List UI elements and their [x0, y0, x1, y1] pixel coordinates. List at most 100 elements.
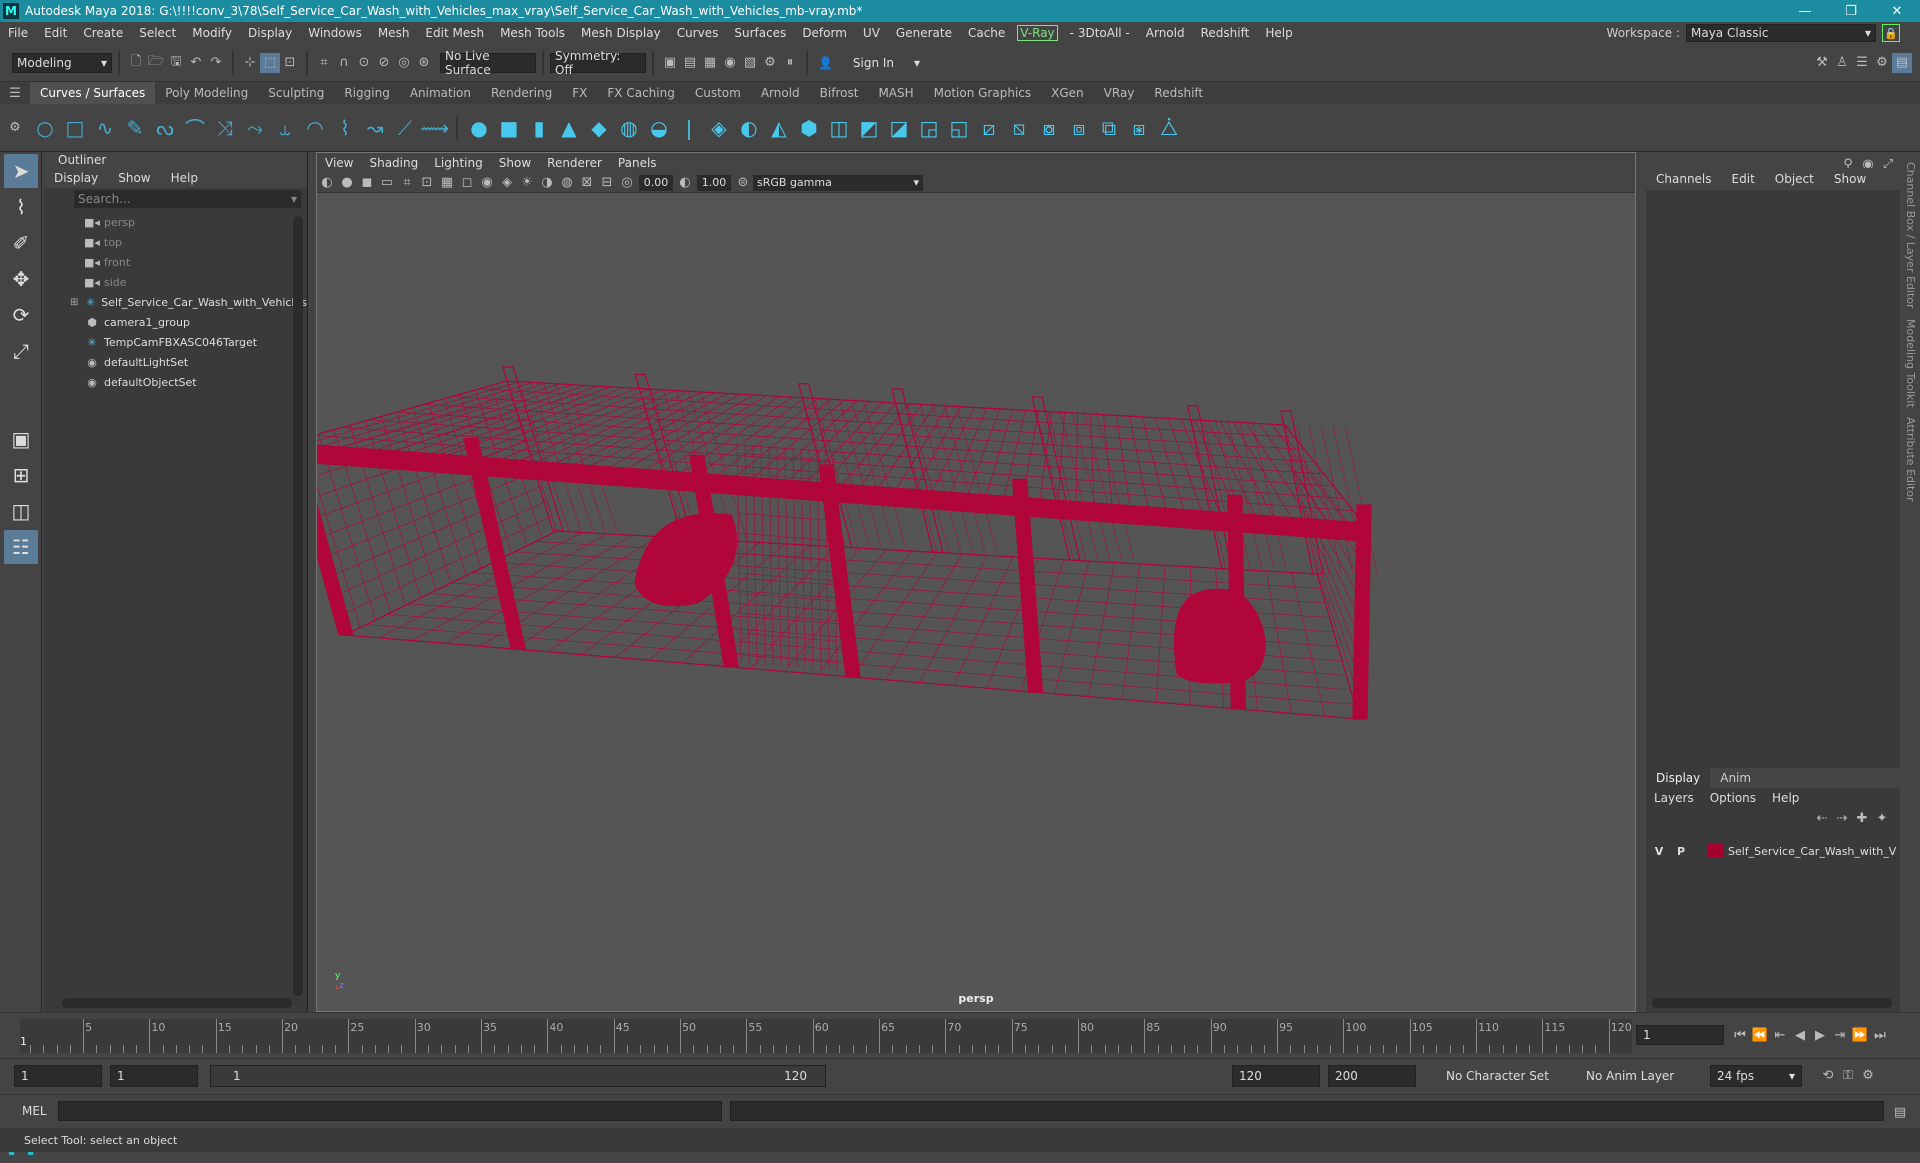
- snap-live-icon[interactable]: ⊛: [414, 53, 434, 73]
- shelf-tab-poly-modeling[interactable]: Poly Modeling: [155, 82, 258, 104]
- layer-menu-options[interactable]: Options: [1702, 791, 1764, 805]
- outliner-item[interactable]: ⬢camera1_group: [44, 312, 307, 332]
- cv-curve-icon[interactable]: ∿: [90, 113, 120, 143]
- menu-surfaces[interactable]: Surfaces: [726, 26, 794, 40]
- isolate-icon[interactable]: ⊠: [577, 173, 597, 193]
- ipr-render-icon[interactable]: ▤: [680, 53, 700, 73]
- shelf-tab-animation[interactable]: Animation: [400, 82, 481, 104]
- project-curve-icon[interactable]: ◲: [914, 113, 944, 143]
- snap-point-icon[interactable]: ⊙: [354, 53, 374, 73]
- snap-view-icon[interactable]: ⊘: [374, 53, 394, 73]
- extend-curve-icon[interactable]: ⟋: [390, 113, 420, 143]
- resolution-gate-icon[interactable]: ⊡: [417, 173, 437, 193]
- auto-key-icon[interactable]: ⚿: [1838, 1065, 1858, 1085]
- menu-edit-mesh[interactable]: Edit Mesh: [417, 26, 492, 40]
- sign-in-button[interactable]: 👤 Sign In ▾: [814, 53, 924, 73]
- attribute-editor-icon[interactable]: ☰: [1852, 53, 1872, 73]
- menu-edit[interactable]: Edit: [36, 26, 75, 40]
- gamma-icon[interactable]: ◐: [675, 173, 695, 193]
- menu-curves[interactable]: Curves: [669, 26, 727, 40]
- script-editor-icon[interactable]: ▤: [1890, 1102, 1910, 1122]
- menu-uv[interactable]: UV: [855, 26, 888, 40]
- new-scene-icon[interactable]: 🗋: [126, 53, 146, 73]
- shelf-tab-fx[interactable]: FX: [562, 82, 597, 104]
- single-perspective-icon[interactable]: ▣: [4, 422, 38, 456]
- shelf-tab-xgen[interactable]: XGen: [1041, 82, 1094, 104]
- viewport-menu-lighting[interactable]: Lighting: [426, 156, 491, 170]
- menu-create[interactable]: Create: [75, 26, 131, 40]
- layer-menu-help[interactable]: Help: [1764, 791, 1807, 805]
- vray-render-icon[interactable]: ⚙: [760, 53, 780, 73]
- outliner-horizontal-scrollbar[interactable]: [62, 998, 292, 1008]
- outliner-menu-help[interactable]: Help: [161, 171, 208, 185]
- viewport-menu-shading[interactable]: Shading: [361, 156, 426, 170]
- side-tab-modeling-toolkit[interactable]: Modeling Toolkit: [1904, 319, 1917, 408]
- attach-curves-icon[interactable]: ⤳: [240, 113, 270, 143]
- minimize-icon[interactable]: —: [1782, 0, 1828, 22]
- outliner-item[interactable]: ◉defaultLightSet: [44, 352, 307, 372]
- outliner-item[interactable]: ■◂persp: [44, 212, 307, 232]
- shelf-tab-bifrost[interactable]: Bifrost: [810, 82, 869, 104]
- step-back-key-icon[interactable]: ⇤: [1770, 1025, 1790, 1045]
- step-forward-key-icon[interactable]: ⇥: [1830, 1025, 1850, 1045]
- expand-icon[interactable]: ⊞: [70, 297, 78, 308]
- save-scene-icon[interactable]: 🖫: [166, 53, 186, 73]
- shelf-settings-icon[interactable]: ⚙: [0, 118, 30, 138]
- menu-modify[interactable]: Modify: [184, 26, 240, 40]
- extrude-icon[interactable]: ◐: [734, 113, 764, 143]
- reverse-curve-icon[interactable]: ↝: [360, 113, 390, 143]
- modeling-toolkit-icon[interactable]: ⚒: [1812, 53, 1832, 73]
- select-object-icon[interactable]: ⬚: [260, 53, 280, 73]
- outliner-item[interactable]: ◉defaultObjectSet: [44, 372, 307, 392]
- workspace-dropdown[interactable]: Maya Classic ▾: [1686, 24, 1876, 42]
- go-to-start-icon[interactable]: ⏮: [1730, 1025, 1750, 1045]
- menu-windows[interactable]: Windows: [300, 26, 370, 40]
- go-to-end-icon[interactable]: ⏭: [1870, 1025, 1890, 1045]
- layer-menu-layers[interactable]: Layers: [1646, 791, 1702, 805]
- character-set-dropdown[interactable]: No Character Set: [1440, 1065, 1564, 1087]
- close-icon[interactable]: ✕: [1874, 0, 1920, 22]
- channel-menu-object[interactable]: Object: [1765, 172, 1824, 186]
- sculpt-icon[interactable]: ⧆: [1124, 113, 1154, 143]
- nurbs-torus-icon[interactable]: ◍: [614, 113, 644, 143]
- shelf-tab-vray[interactable]: VRay: [1094, 82, 1145, 104]
- shelf-tab-arnold[interactable]: Arnold: [751, 82, 810, 104]
- render-view-icon[interactable]: ▧: [740, 53, 760, 73]
- fps-dropdown[interactable]: 24 fps▾: [1710, 1065, 1802, 1087]
- range-bar[interactable]: 1 120: [210, 1065, 826, 1087]
- ep-curve-icon[interactable]: ✎: [120, 113, 150, 143]
- shelf-menu-icon[interactable]: ☰: [0, 83, 30, 103]
- outliner-layout-icon[interactable]: ☷: [4, 530, 38, 564]
- menu-mesh[interactable]: Mesh: [370, 26, 418, 40]
- channel-menu-show[interactable]: Show: [1824, 172, 1876, 186]
- move-layer-up-icon[interactable]: ⇠: [1812, 808, 1832, 828]
- shelf-tab-redshift[interactable]: Redshift: [1144, 82, 1213, 104]
- menu-help[interactable]: Help: [1257, 26, 1300, 40]
- shelf-tab-mash[interactable]: MASH: [868, 82, 923, 104]
- exposure-icon[interactable]: ◎: [617, 173, 637, 193]
- snap-grid-icon[interactable]: ⌗: [314, 53, 334, 73]
- rebuild-curve-icon[interactable]: ⌇: [330, 113, 360, 143]
- curve-intersect-icon[interactable]: ⤨: [210, 113, 240, 143]
- character-controls-icon[interactable]: ♙: [1832, 53, 1852, 73]
- grid-icon[interactable]: ▦: [437, 173, 457, 193]
- redo-icon[interactable]: ↷: [206, 53, 226, 73]
- snap-curve-icon[interactable]: ∩: [334, 53, 354, 73]
- viewport-panel[interactable]: ViewShadingLightingShowRendererPanels ◐ …: [316, 152, 1636, 1012]
- step-back-icon[interactable]: ⏪: [1750, 1025, 1770, 1045]
- layer-horizontal-scrollbar[interactable]: [1652, 998, 1892, 1008]
- shelf-tab-motion-graphics[interactable]: Motion Graphics: [924, 82, 1042, 104]
- image-plane-icon[interactable]: ▭: [377, 173, 397, 193]
- shelf-tab-custom[interactable]: Custom: [685, 82, 751, 104]
- playback-end-field[interactable]: 120: [1232, 1065, 1320, 1087]
- layer-visibility-toggle[interactable]: V: [1650, 843, 1668, 859]
- camera-select-icon[interactable]: ◐: [317, 173, 337, 193]
- move-tool-icon[interactable]: ✥: [4, 262, 38, 296]
- detach-curves-icon[interactable]: ⥿: [270, 113, 300, 143]
- maximize-icon[interactable]: ❐: [1828, 0, 1874, 22]
- layer-playback-toggle[interactable]: P: [1672, 843, 1690, 859]
- menu-mesh-tools[interactable]: Mesh Tools: [492, 26, 573, 40]
- lock-icon[interactable]: 🔒: [1882, 24, 1900, 42]
- mode-dropdown[interactable]: Modeling▾: [12, 53, 112, 73]
- paint-select-icon[interactable]: ✐: [4, 226, 38, 260]
